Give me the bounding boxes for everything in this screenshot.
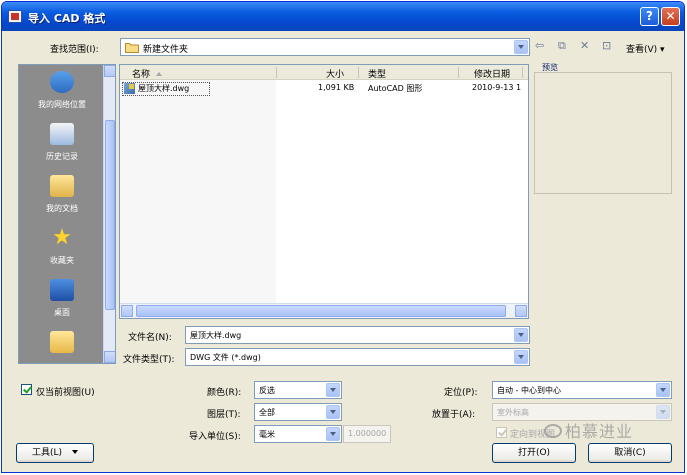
delete-icon[interactable]: ✕ <box>580 39 589 52</box>
chevron-down-icon <box>72 450 79 454</box>
help-button[interactable]: ? <box>640 7 659 26</box>
filetype-dropdown-button[interactable] <box>514 350 528 364</box>
scroll-right-arrow-icon[interactable] <box>515 305 527 317</box>
current-view-only-checkbox[interactable] <box>21 384 32 395</box>
wechat-icon <box>544 424 562 438</box>
units-scale-field[interactable]: 1.000000 <box>343 425 391 443</box>
place-at-label: 放置于(A): <box>432 410 476 420</box>
col-name[interactable]: 名称 <box>132 67 163 80</box>
app-icon <box>8 10 22 23</box>
place-favorites[interactable]: ★ 收藏夹 <box>19 227 105 266</box>
lookin-label: 查找范围(I): <box>50 45 99 55</box>
window-title: 导入 CAD 格式 <box>28 12 106 25</box>
position-select[interactable]: 自动 - 中心到中心 <box>492 381 672 399</box>
position-label: 定位(P): <box>444 388 478 398</box>
up-folder-icon[interactable]: ⧉ <box>558 39 566 53</box>
lookin-value: 新建文件夹 <box>143 45 189 55</box>
back-icon[interactable]: ⇦ <box>535 39 544 52</box>
places-scrollbar[interactable] <box>103 65 115 363</box>
scroll-up-arrow-icon[interactable] <box>104 65 115 77</box>
dwg-file-icon <box>124 83 135 94</box>
color-select[interactable]: 反选 <box>254 381 342 399</box>
file-name: 屋顶大样.dwg <box>138 84 190 93</box>
places-scroll-thumb[interactable] <box>105 120 115 310</box>
place-at-dropdown-button[interactable] <box>656 405 670 419</box>
filename-field[interactable]: 屋顶大样.dwg <box>185 326 530 344</box>
preview-box <box>534 72 672 194</box>
file-type: AutoCAD 图形 <box>368 84 423 93</box>
place-desktop[interactable]: 桌面 <box>19 279 105 318</box>
scroll-left-arrow-icon[interactable] <box>121 305 133 317</box>
col-size[interactable]: 大小 <box>326 67 344 80</box>
filename-dropdown-button[interactable] <box>514 328 528 342</box>
favorites-star-icon: ★ <box>52 225 72 250</box>
title-bar[interactable]: 导入 CAD 格式 ? ✕ <box>2 2 684 31</box>
scroll-down-arrow-icon[interactable] <box>104 351 115 363</box>
table-row[interactable]: 屋顶大样.dwg 1,091 KB AutoCAD 图形 2010-9-13 1 <box>122 82 526 96</box>
close-button[interactable]: ✕ <box>661 7 680 26</box>
network-icon <box>50 71 74 93</box>
place-documents[interactable]: 我的文档 <box>19 175 105 214</box>
documents-icon <box>50 175 74 197</box>
file-list[interactable]: 名称 大小 类型 修改日期 屋顶大样.dwg 1,091 KB AutoCAD … <box>119 64 529 319</box>
desktop-icon <box>50 279 74 301</box>
filetype-select[interactable]: DWG 文件 (*.dwg) <box>185 348 530 366</box>
place-network[interactable]: 我的网络位置 <box>19 71 105 110</box>
filetype-label: 文件类型(T): <box>123 355 175 365</box>
history-icon <box>50 123 74 145</box>
units-label: 导入单位(S): <box>189 432 241 442</box>
filename-label: 文件名(N): <box>128 333 172 343</box>
file-modified: 2010-9-13 1 <box>472 83 522 92</box>
col-modified[interactable]: 修改日期 <box>474 67 510 80</box>
view-menu-button[interactable]: 查看(V) ▾ <box>626 42 665 55</box>
sorted-column-shading <box>120 80 276 305</box>
units-select[interactable]: 毫米 <box>254 425 342 443</box>
color-label: 颜色(R): <box>207 388 242 398</box>
layers-label: 图层(T): <box>207 410 241 420</box>
place-history[interactable]: 历史记录 <box>19 123 105 162</box>
folder-icon <box>50 331 74 353</box>
places-bar: 我的网络位置 历史记录 我的文档 ★ 收藏夹 桌面 <box>18 64 116 364</box>
file-list-hscrollbar[interactable] <box>120 303 528 318</box>
units-dropdown-button[interactable] <box>326 427 340 441</box>
col-type[interactable]: 类型 <box>368 67 386 80</box>
import-cad-dialog: 导入 CAD 格式 ? ✕ 查找范围(I): 新建文件夹 ⇦ ⧉ ✕ ⊡ 查看(… <box>1 1 685 473</box>
watermark: 柏慕进业 <box>544 418 633 442</box>
open-button[interactable]: 打开(O) <box>492 443 576 463</box>
file-list-header: 名称 大小 类型 修改日期 <box>120 65 528 80</box>
tools-button[interactable]: 工具(L) <box>16 443 94 463</box>
new-folder-icon[interactable]: ⊡ <box>602 39 611 52</box>
color-dropdown-button[interactable] <box>326 383 340 397</box>
lookin-combo[interactable]: 新建文件夹 <box>120 38 530 56</box>
folder-icon <box>125 43 139 53</box>
sort-ascending-icon <box>156 72 163 76</box>
layers-dropdown-button[interactable] <box>326 405 340 419</box>
place-folder[interactable] <box>19 331 105 359</box>
position-dropdown-button[interactable] <box>656 383 670 397</box>
orient-to-view-checkbox[interactable] <box>496 427 507 438</box>
hscroll-thumb[interactable] <box>136 305 506 317</box>
file-size: 1,091 KB <box>318 83 355 92</box>
current-view-only-label: 仅当前视图(U) <box>36 388 95 398</box>
layers-select[interactable]: 全部 <box>254 403 342 421</box>
cancel-button[interactable]: 取消(C) <box>588 443 672 463</box>
lookin-dropdown-button[interactable] <box>514 40 528 54</box>
